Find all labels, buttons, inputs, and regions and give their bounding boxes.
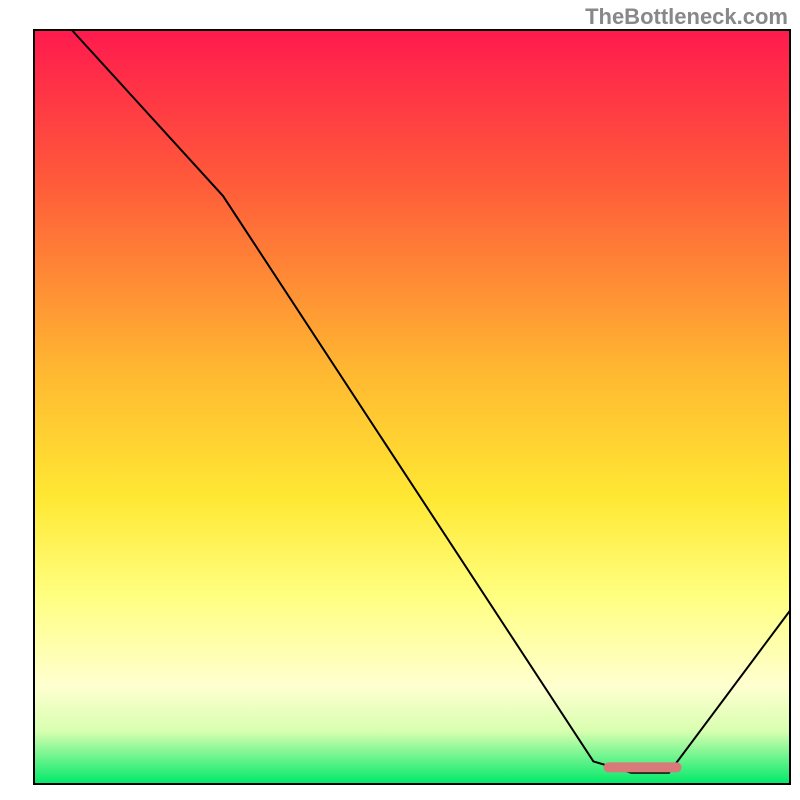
chart-container: TheBottleneck.com [0, 0, 800, 800]
bottleneck-chart [0, 0, 800, 800]
plot-background [34, 30, 790, 784]
attribution-text: TheBottleneck.com [585, 4, 788, 30]
